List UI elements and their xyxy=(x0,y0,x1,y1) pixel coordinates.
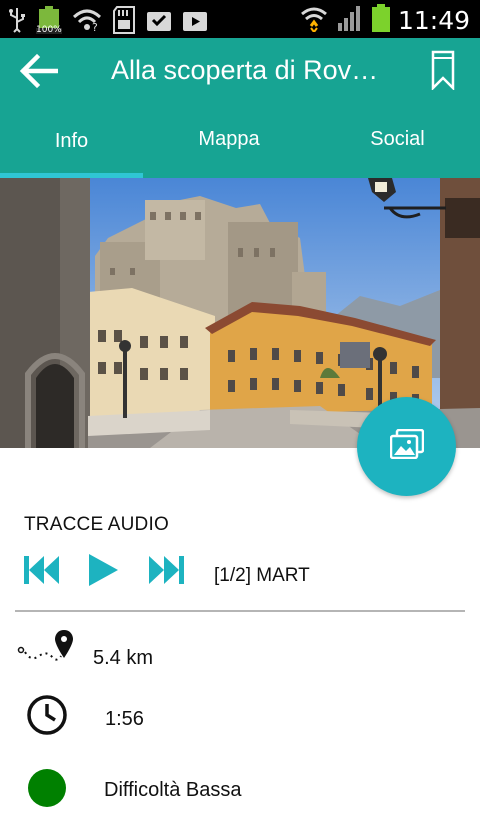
tab-mappa[interactable]: Mappa xyxy=(143,103,315,178)
track-label: [1/2] MART xyxy=(214,565,310,586)
audio-section-title: TRACCE AUDIO xyxy=(24,514,169,535)
distance-row: 5.4 km xyxy=(0,628,480,671)
tab-social-label: Social xyxy=(370,128,425,150)
video-download-icon xyxy=(182,8,208,37)
wifi-question-icon: ? xyxy=(72,8,102,37)
clock: 11:49 xyxy=(397,5,470,35)
play-button[interactable] xyxy=(86,552,120,593)
skip-previous-button[interactable] xyxy=(22,554,60,591)
back-button[interactable] xyxy=(18,52,59,90)
battery-icon xyxy=(371,4,390,37)
duration-value: 1:56 xyxy=(105,708,144,730)
tab-info[interactable]: Info xyxy=(0,103,143,178)
skip-previous-icon xyxy=(22,554,60,591)
distance-value: 5.4 km xyxy=(93,647,154,669)
bookmark-button[interactable] xyxy=(430,50,456,92)
gallery-button[interactable] xyxy=(357,397,456,496)
clock-icon xyxy=(26,694,68,741)
gallery-icon xyxy=(389,428,424,464)
duration-row: 1:56 xyxy=(0,694,480,735)
sd-card-icon xyxy=(112,6,136,39)
skip-next-icon xyxy=(148,554,186,591)
difficulty-dot xyxy=(27,768,67,813)
download-done-icon xyxy=(146,8,172,37)
page-title: Alla scoperta di Rov… xyxy=(111,55,379,85)
route-distance-icon xyxy=(17,628,75,671)
difficulty-row: Difficoltà Bassa xyxy=(0,768,480,808)
skip-next-button[interactable] xyxy=(148,554,186,591)
tab-social[interactable]: Social xyxy=(315,103,480,178)
tab-bar: Info Mappa Social xyxy=(0,103,480,178)
bookmark-icon xyxy=(430,50,456,94)
tab-info-label: Info xyxy=(54,130,89,152)
divider xyxy=(15,610,465,612)
status-bar: 100% ? 11:49 xyxy=(0,0,480,38)
cell-signal-icon xyxy=(336,5,364,36)
play-icon xyxy=(86,552,120,593)
arrow-left-icon xyxy=(18,53,59,94)
difficulty-value: Difficoltà Bassa xyxy=(104,779,242,801)
tab-mappa-label: Mappa xyxy=(198,128,260,150)
svg-text:?: ? xyxy=(92,21,98,32)
battery-percent-label: 100% xyxy=(36,25,62,35)
app-bar: Alla scoperta di Rov… xyxy=(0,38,480,103)
usb-icon xyxy=(8,7,26,38)
wifi-signal-icon xyxy=(300,4,328,37)
battery-full-icon: 100% xyxy=(36,6,62,39)
audio-player xyxy=(22,552,186,592)
